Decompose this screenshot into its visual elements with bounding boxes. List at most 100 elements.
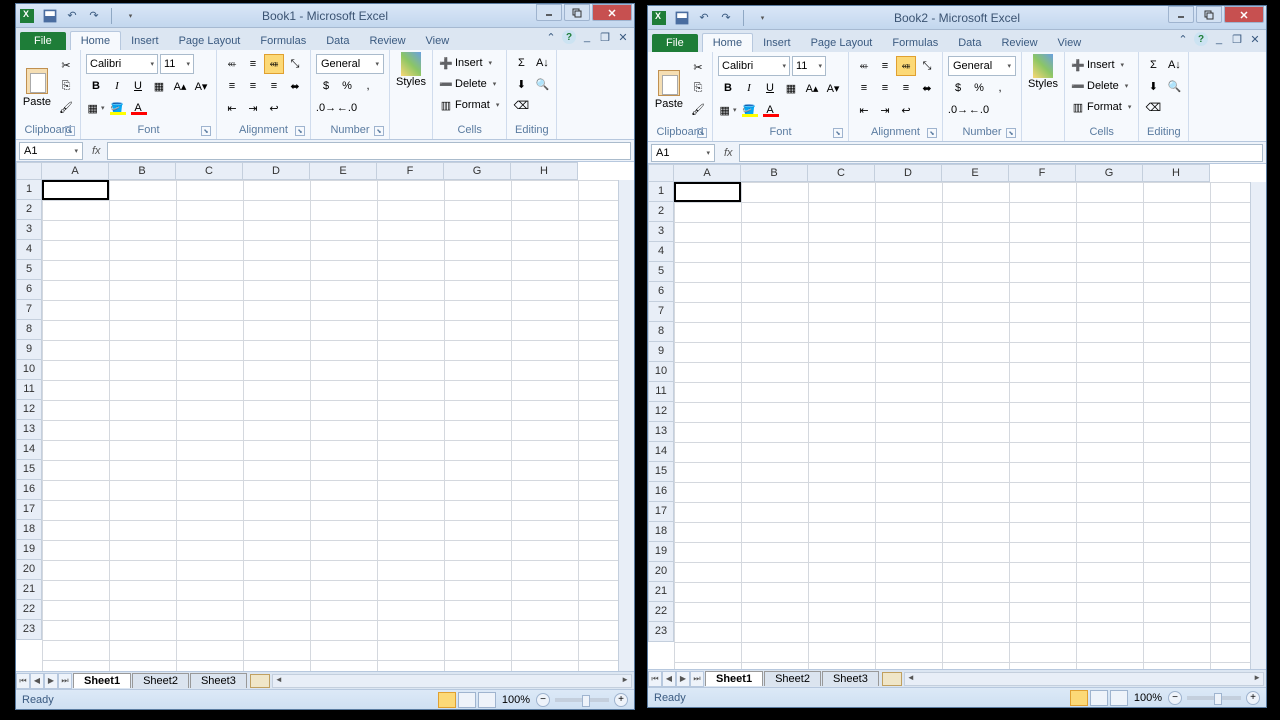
row-header[interactable]: 16	[16, 480, 42, 500]
font-launcher[interactable]: ⬊	[833, 128, 843, 138]
fill-button[interactable]: ⬇	[511, 74, 531, 94]
row-header[interactable]: 14	[648, 442, 674, 462]
row-header[interactable]: 9	[648, 342, 674, 362]
bold-button[interactable]: B	[718, 78, 738, 98]
decrease-indent-button[interactable]: ⇤	[854, 100, 874, 120]
sheet-tab-2[interactable]: Sheet2	[132, 673, 189, 688]
row-header[interactable]: 19	[648, 542, 674, 562]
tab-review[interactable]: Review	[991, 34, 1047, 52]
align-bottom-button[interactable]: ⬵	[264, 54, 284, 74]
underline-button[interactable]: U	[760, 78, 780, 98]
minimize-button[interactable]	[1168, 6, 1194, 23]
row-header[interactable]: 4	[16, 240, 42, 260]
sheet-nav-next[interactable]: ▶	[44, 673, 58, 689]
row-header[interactable]: 5	[16, 260, 42, 280]
workbook-minimize-button[interactable]: _	[580, 30, 594, 44]
percent-button[interactable]: %	[337, 76, 357, 96]
delete-cells-button[interactable]: ➖Delete▾	[437, 74, 502, 94]
qat-customize[interactable]: ▾	[121, 8, 137, 24]
workbook-close-button[interactable]: ✕	[616, 30, 630, 44]
currency-button[interactable]: $	[948, 78, 968, 98]
font-name-select[interactable]: Calibri▾	[718, 56, 790, 76]
col-header[interactable]: C	[176, 162, 243, 180]
row-header[interactable]: 3	[648, 222, 674, 242]
row-header[interactable]: 7	[648, 302, 674, 322]
tab-page-layout[interactable]: Page Layout	[169, 32, 251, 50]
alignment-launcher[interactable]: ⬊	[927, 128, 937, 138]
sheet-tab-3[interactable]: Sheet3	[822, 671, 879, 686]
font-name-select[interactable]: Calibri▾	[86, 54, 158, 74]
title-bar[interactable]: ↶ ↷ ▾ Book1 - Microsoft Excel	[16, 4, 634, 28]
workbook-close-button[interactable]: ✕	[1248, 32, 1262, 46]
sort-filter-button[interactable]: A↓	[1164, 55, 1184, 75]
align-middle-button[interactable]: ≡	[875, 56, 895, 76]
row-header[interactable]: 19	[16, 540, 42, 560]
redo-button[interactable]: ↷	[718, 10, 734, 26]
tab-page-layout[interactable]: Page Layout	[801, 34, 883, 52]
number-launcher[interactable]: ⬊	[1006, 128, 1016, 138]
copy-button[interactable]: ⎘	[689, 79, 707, 97]
col-header[interactable]: D	[243, 162, 310, 180]
minimize-ribbon-button[interactable]: ⌃	[1176, 32, 1190, 46]
maximize-button[interactable]	[1196, 6, 1222, 23]
row-header[interactable]: 15	[16, 460, 42, 480]
col-header[interactable]: G	[1076, 164, 1143, 182]
col-header[interactable]: G	[444, 162, 511, 180]
zoom-level[interactable]: 100%	[1134, 692, 1162, 704]
row-header[interactable]: 21	[16, 580, 42, 600]
align-middle-button[interactable]: ≡	[243, 54, 263, 74]
sheet-nav-prev[interactable]: ◀	[30, 673, 44, 689]
align-bottom-button[interactable]: ⬵	[896, 56, 916, 76]
maximize-button[interactable]	[564, 4, 590, 21]
normal-view-button[interactable]	[438, 692, 456, 708]
font-size-select[interactable]: 11▾	[792, 56, 826, 76]
align-center-button[interactable]: ≡	[875, 78, 895, 98]
page-layout-view-button[interactable]	[1090, 690, 1108, 706]
col-header[interactable]: E	[310, 162, 377, 180]
row-header[interactable]: 23	[648, 622, 674, 642]
align-top-button[interactable]: ⬴	[854, 56, 874, 76]
tab-data[interactable]: Data	[948, 34, 991, 52]
font-color-button[interactable]: A	[128, 98, 148, 118]
decrease-indent-button[interactable]: ⇤	[222, 98, 242, 118]
styles-button[interactable]: Styles	[393, 52, 429, 88]
minimize-button[interactable]	[536, 4, 562, 21]
row-header[interactable]: 23	[16, 620, 42, 640]
row-header[interactable]: 8	[16, 320, 42, 340]
sheet-tab-3[interactable]: Sheet3	[190, 673, 247, 688]
autosum-button[interactable]: Σ	[511, 53, 531, 73]
grow-font-button[interactable]: A▴	[170, 76, 190, 96]
sheet-nav-prev[interactable]: ◀	[662, 671, 676, 687]
decrease-decimal-button[interactable]: ←.0	[969, 100, 989, 120]
cut-button[interactable]: ✂	[689, 58, 707, 76]
undo-button[interactable]: ↶	[696, 10, 712, 26]
comma-button[interactable]: ,	[990, 78, 1010, 98]
row-header[interactable]: 7	[16, 300, 42, 320]
col-header[interactable]: H	[511, 162, 578, 180]
wrap-text-button[interactable]: ↩	[264, 98, 284, 118]
horizontal-scrollbar[interactable]	[272, 674, 632, 688]
row-header[interactable]: 6	[16, 280, 42, 300]
fx-icon[interactable]: fx	[724, 147, 733, 159]
row-header[interactable]: 21	[648, 582, 674, 602]
clipboard-launcher[interactable]: ⬊	[65, 126, 75, 136]
tab-view[interactable]: View	[1048, 34, 1092, 52]
fill-color-button[interactable]: 🪣	[739, 100, 759, 120]
tab-insert[interactable]: Insert	[753, 34, 801, 52]
tab-formulas[interactable]: Formulas	[250, 32, 316, 50]
row-header[interactable]: 6	[648, 282, 674, 302]
col-header[interactable]: C	[808, 164, 875, 182]
active-cell[interactable]	[42, 180, 109, 200]
new-sheet-button[interactable]	[250, 674, 270, 688]
row-header[interactable]: 15	[648, 462, 674, 482]
col-header[interactable]: A	[674, 164, 741, 182]
file-tab[interactable]: File	[20, 32, 66, 50]
fx-icon[interactable]: fx	[92, 145, 101, 157]
row-header[interactable]: 4	[648, 242, 674, 262]
zoom-out-button[interactable]: −	[536, 693, 550, 707]
cells-area[interactable]	[674, 182, 1250, 669]
tab-data[interactable]: Data	[316, 32, 359, 50]
qat-customize[interactable]: ▾	[753, 10, 769, 26]
sheet-nav-next[interactable]: ▶	[676, 671, 690, 687]
insert-cells-button[interactable]: ➕Insert▾	[437, 53, 502, 73]
